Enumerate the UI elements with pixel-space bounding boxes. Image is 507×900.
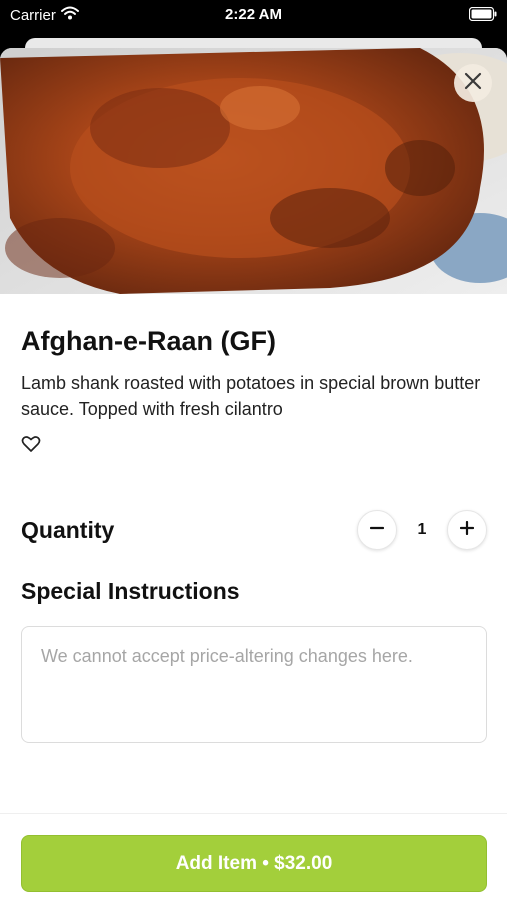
close-button[interactable] (454, 64, 492, 102)
item-detail-sheet: Afghan-e-Raan (GF) Lamb shank roasted wi… (0, 48, 507, 900)
quantity-label: Quantity (21, 517, 115, 543)
minus-icon (369, 521, 385, 540)
favorite-button[interactable] (21, 434, 41, 454)
battery-icon (468, 6, 497, 25)
special-instructions-input[interactable] (21, 626, 487, 743)
quantity-stepper: 1 (357, 510, 487, 550)
decrease-quantity-button[interactable] (357, 510, 397, 550)
item-photo (0, 48, 507, 294)
increase-quantity-button[interactable] (447, 510, 487, 550)
close-icon (464, 72, 482, 95)
add-item-button[interactable]: Add Item • $32.00 (21, 835, 487, 892)
status-bar: Carrier 2:22 AM (0, 0, 507, 30)
heart-icon (21, 436, 41, 458)
plus-icon (459, 520, 475, 540)
quantity-value: 1 (417, 521, 427, 538)
footer-bar: Add Item • $32.00 (0, 813, 507, 900)
item-title: Afghan-e-Raan (GF) (21, 326, 276, 356)
status-time: 2:22 AM (225, 6, 282, 23)
item-description: Lamb shank roasted with potatoes in spec… (21, 373, 481, 419)
special-instructions-label: Special Instructions (21, 578, 240, 604)
